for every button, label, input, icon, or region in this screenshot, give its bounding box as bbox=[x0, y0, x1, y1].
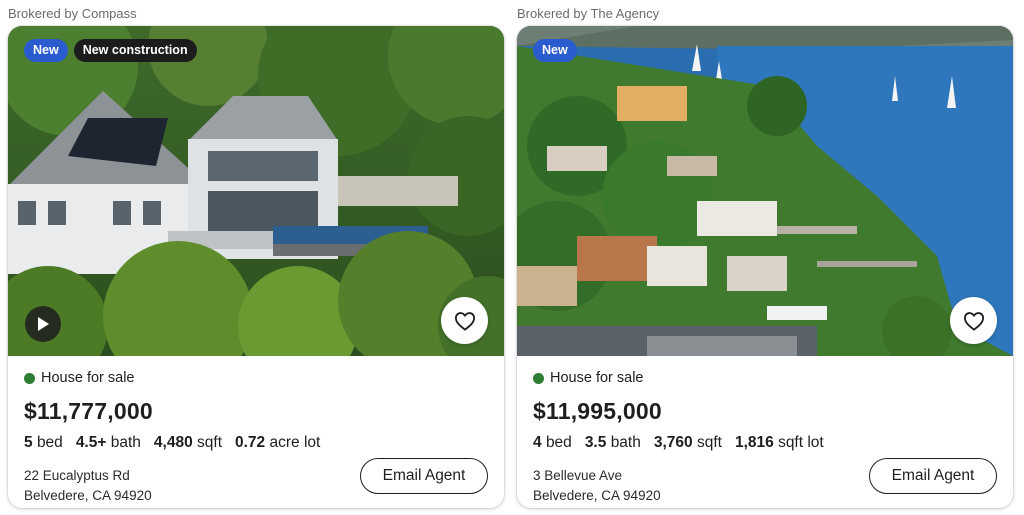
email-agent-button[interactable]: Email Agent bbox=[360, 458, 488, 494]
listing-info: House for sale $11,995,000 4 bed 3.5 bat… bbox=[517, 356, 1013, 508]
new-badge: New bbox=[24, 39, 68, 62]
status-dot-icon bbox=[24, 372, 35, 384]
listing-status: House for sale bbox=[533, 368, 997, 388]
listing-price: $11,777,000 bbox=[24, 398, 153, 424]
baths-spec: 4.5+ bath bbox=[75, 434, 141, 451]
status-dot-icon bbox=[533, 372, 544, 384]
sqft-spec: 4,480 sqft bbox=[153, 434, 222, 451]
listing-card-1[interactable]: Brokered by Compass New New construction… bbox=[8, 0, 504, 508]
house-photo-image bbox=[8, 26, 504, 356]
listing-status: House for sale bbox=[24, 368, 488, 388]
heart-outline-icon bbox=[963, 311, 984, 331]
property-specs: 5 bed 4.5+ bath 4,480 sqft 0.72 acre lot bbox=[24, 434, 488, 456]
listing-info: House for sale $11,777,000 5 bed 4.5+ ba… bbox=[8, 356, 504, 508]
beds-spec: 5 bed bbox=[24, 434, 63, 451]
favorite-button[interactable] bbox=[950, 297, 997, 344]
property-photo[interactable]: New bbox=[517, 26, 1013, 356]
badge-group: New New construction bbox=[24, 39, 197, 62]
lot-spec: 1,816 sqft lot bbox=[734, 434, 824, 451]
play-icon bbox=[38, 317, 49, 331]
lot-spec: 0.72 acre lot bbox=[235, 434, 321, 451]
broker-label: Brokered by The Agency bbox=[517, 6, 660, 21]
property-specs: 4 bed 3.5 bath 3,760 sqft 1,816 sqft lot bbox=[533, 434, 997, 456]
favorite-button[interactable] bbox=[441, 297, 488, 344]
property-photo[interactable]: New New construction bbox=[8, 26, 504, 356]
listing-card-2[interactable]: Brokered by The Agency New House for sal… bbox=[517, 0, 1013, 508]
baths-spec: 3.5 bath bbox=[584, 434, 641, 451]
listing-price: $11,995,000 bbox=[533, 398, 662, 424]
status-label: House for sale bbox=[41, 370, 135, 386]
beds-spec: 4 bed bbox=[533, 434, 572, 451]
new-construction-badge: New construction bbox=[73, 39, 197, 62]
sqft-spec: 3,760 sqft bbox=[653, 434, 722, 451]
email-agent-button[interactable]: Email Agent bbox=[869, 458, 997, 494]
status-label: House for sale bbox=[550, 370, 644, 386]
property-card[interactable]: New House for sale $11,995,000 4 bed 3.5… bbox=[517, 26, 1013, 508]
badge-group: New bbox=[533, 39, 577, 62]
property-card[interactable]: New New construction House for sale $11,… bbox=[8, 26, 504, 508]
broker-label: Brokered by Compass bbox=[8, 6, 137, 21]
new-badge: New bbox=[533, 39, 577, 62]
play-video-button[interactable] bbox=[25, 306, 61, 342]
heart-outline-icon bbox=[454, 311, 475, 331]
waterfront-photo-image bbox=[517, 26, 1013, 356]
